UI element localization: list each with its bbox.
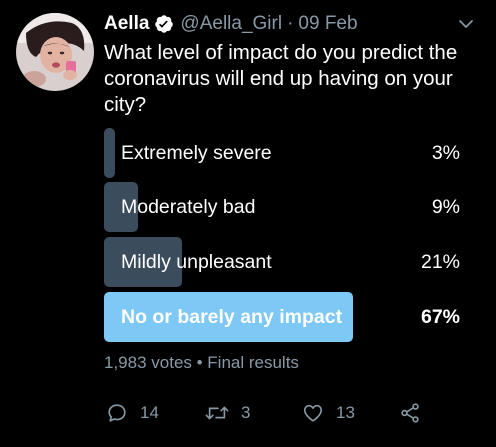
tweet-text: What level of impact do you predict the … [104,41,458,116]
author-handle[interactable]: @Aella_Girl [180,13,282,35]
poll-option-percent: 67% [420,306,460,328]
avatar[interactable] [16,13,94,91]
header-separator: · [287,13,294,34]
share-icon [399,402,421,424]
verified-badge-icon [154,14,174,34]
tweet-date[interactable]: 09 Feb [298,13,357,35]
poll-option: Extremely severe 3% [104,128,476,178]
tweet-actions: 14 3 13 [104,398,434,428]
retweet-button[interactable]: 3 [205,398,250,428]
like-count: 13 [336,403,355,422]
reply-icon [106,402,128,424]
reply-button[interactable]: 14 [106,398,159,428]
poll-option-percent: 9% [431,196,460,218]
poll-option-percent: 3% [431,142,460,164]
poll-option: Mildly unpleasant 21% [104,237,476,287]
poll-option-bar [104,128,116,178]
retweet-icon [205,402,229,424]
poll-option-winner: No or barely any impact 67% [104,292,476,342]
poll-option-label: Moderately bad [121,196,256,218]
chevron-down-icon[interactable] [456,14,476,34]
poll-option-percent: 21% [420,251,460,273]
author-name[interactable]: Aella [104,13,149,35]
reply-count: 14 [140,403,159,422]
poll-option-label: Mildly unpleasant [121,251,272,273]
share-button[interactable] [399,398,421,428]
retweet-count: 3 [241,403,251,422]
heart-icon [302,402,324,424]
poll-option: Moderately bad 9% [104,182,476,232]
like-button[interactable]: 13 [302,398,355,428]
poll-results-summary: 1,983 votes • Final results [104,353,299,372]
tweet-header: Aella @Aella_Girl · 09 Feb [104,10,476,38]
poll-option-label: Extremely severe [121,142,272,164]
poll-option-label: No or barely any impact [121,306,343,328]
